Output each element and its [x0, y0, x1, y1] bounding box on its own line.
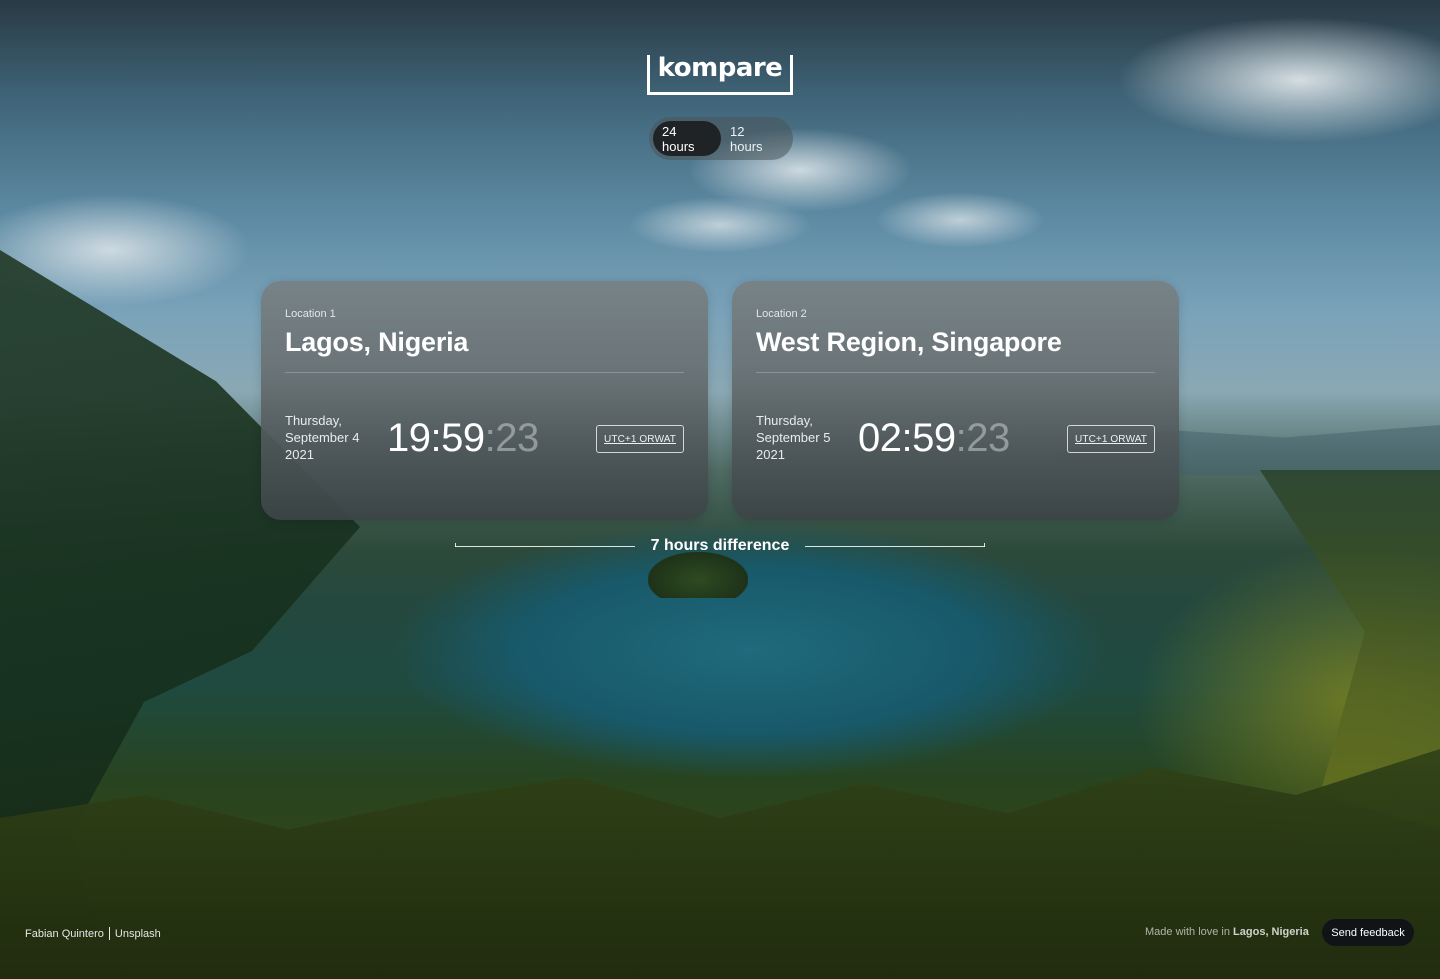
date-month-day: September 4: [285, 430, 360, 445]
location-date: Thursday, September 4 2021: [285, 412, 359, 463]
send-feedback-button[interactable]: Send feedback: [1322, 919, 1414, 946]
unsplash-link[interactable]: Unsplash: [115, 928, 161, 940]
card-divider: [756, 372, 1155, 373]
made-place: Lagos, Nigeria: [1233, 926, 1309, 938]
time-hours-minutes: 19:59: [387, 416, 485, 460]
timezone-badge[interactable]: UTC+1 OR WAT: [596, 425, 684, 453]
timezone-offset: UTC+1 OR: [1075, 433, 1126, 445]
location-label: Location 2: [756, 308, 807, 320]
toggle-12-hours[interactable]: 12 hours: [721, 121, 789, 156]
time-separator: :: [955, 416, 967, 460]
card-divider: [285, 372, 684, 373]
credit-divider: [108, 927, 110, 940]
background-forest-bottom: [0, 749, 1440, 979]
location-time: 02:59:23: [858, 414, 1010, 462]
location-date: Thursday, September 5 2021: [756, 412, 830, 463]
background-island: [648, 552, 748, 598]
date-year: 2021: [285, 447, 314, 462]
date-weekday: Thursday,: [285, 413, 342, 428]
photographer-link[interactable]: Fabian Quintero: [25, 928, 104, 940]
time-separator: :: [484, 416, 496, 460]
made-with-love: Made with love in Lagos, Nigeria: [1145, 926, 1309, 938]
time-format-toggle: 24 hours 12 hours: [649, 117, 793, 160]
time-hours-minutes: 02:59: [858, 416, 956, 460]
location-time: 19:59:23: [387, 414, 539, 462]
location-card-2: Location 2 West Region, Singapore Thursd…: [732, 281, 1179, 520]
time-seconds: 23: [966, 416, 1010, 460]
timezone-badge[interactable]: UTC+1 OR WAT: [1067, 425, 1155, 453]
location-label: Location 1: [285, 308, 336, 320]
difference-line-right: [805, 543, 985, 547]
difference-text: 7 hours difference: [650, 537, 790, 554]
toggle-24-hours[interactable]: 24 hours: [653, 121, 721, 156]
photo-credit: Fabian Quintero Unsplash: [25, 927, 161, 940]
date-weekday: Thursday,: [756, 413, 813, 428]
difference-line-left: [455, 543, 635, 547]
date-month-day: September 5: [756, 430, 831, 445]
logo-text: kompare: [657, 53, 783, 83]
location-city[interactable]: Lagos, Nigeria: [285, 327, 468, 358]
time-difference: 7 hours difference: [455, 537, 985, 557]
timezone-abbr: WAT: [1125, 433, 1147, 445]
location-city[interactable]: West Region, Singapore: [756, 327, 1062, 358]
timezone-abbr: WAT: [654, 433, 676, 445]
app-logo[interactable]: kompare: [647, 53, 793, 95]
made-prefix: Made with love in: [1145, 926, 1234, 938]
location-card-1: Location 1 Lagos, Nigeria Thursday, Sept…: [261, 281, 708, 520]
time-seconds: 23: [495, 416, 539, 460]
date-year: 2021: [756, 447, 785, 462]
timezone-offset: UTC+1 OR: [604, 433, 655, 445]
